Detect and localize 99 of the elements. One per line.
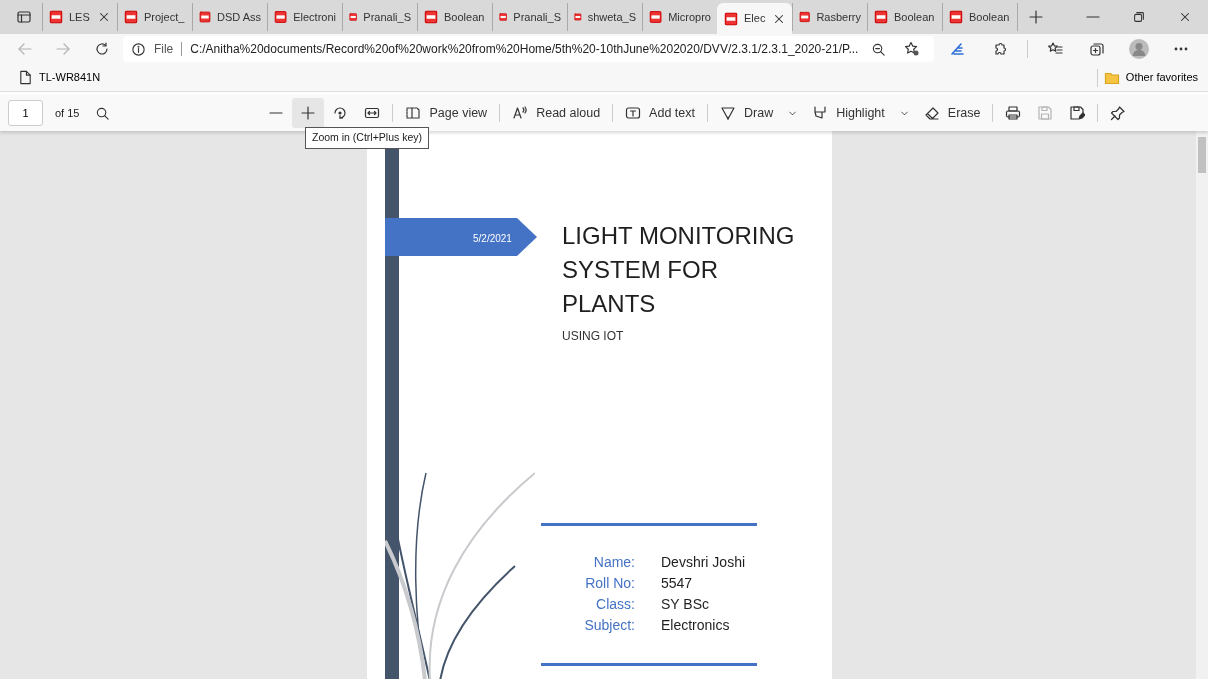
page-icon	[18, 70, 33, 85]
tab-actions-icon	[16, 9, 32, 25]
browser-tab[interactable]: Boolean	[867, 3, 942, 31]
pdf-file-icon	[874, 10, 888, 24]
document-date: 5/2/2021	[473, 232, 512, 246]
pdf-file-icon	[124, 10, 138, 24]
browser-tab[interactable]: Rasberry	[792, 3, 867, 31]
tooltip: Zoom in (Ctrl+Plus key)	[305, 127, 429, 149]
plus-icon	[1027, 9, 1044, 25]
pen-icon	[949, 41, 966, 57]
close-icon	[1178, 10, 1192, 24]
page-number-field[interactable]: 1	[8, 100, 43, 126]
forward-arrow-icon	[55, 41, 72, 57]
save-as-icon	[1069, 105, 1086, 121]
tab-title: Pranali_S	[363, 9, 411, 25]
print-icon	[1005, 105, 1022, 121]
page-count: of 15	[55, 105, 80, 121]
pin-icon	[1110, 105, 1127, 121]
browser-tab[interactable]: Electroni	[267, 3, 342, 31]
other-favorites-button[interactable]: Other favorites	[1101, 67, 1200, 88]
url-text: C:/Anitha%20documents/Record%20of%20work%20from%20Home/5th%20-10thJune%202020/DVV/2.3.1/2.3.1_2020-21/P...	[190, 41, 859, 58]
star-icon	[904, 41, 921, 57]
pdf-file-icon	[49, 10, 63, 24]
tab-title: Boolean	[969, 9, 1010, 25]
restore-icon	[1132, 10, 1146, 24]
search-icon	[95, 105, 111, 121]
pdf-file-icon	[949, 10, 963, 24]
pdf-file-icon	[274, 10, 288, 24]
eraser-icon	[923, 105, 940, 121]
minimize-icon	[1086, 16, 1100, 18]
browser-tab[interactable]: Pranali_S	[342, 3, 417, 31]
tab-title: Pranali_S	[513, 9, 561, 25]
tab-title: shweta_S	[587, 9, 636, 25]
favorites-icon	[1046, 41, 1063, 57]
site-info-label: File	[153, 42, 183, 56]
browser-tab[interactable]: Elec	[717, 3, 792, 34]
close-icon	[97, 10, 111, 24]
pdf-file-icon	[799, 10, 811, 24]
tab-title: Project_	[144, 9, 185, 25]
pdf-file-icon	[724, 11, 738, 26]
info-icon	[130, 41, 146, 57]
page-view-icon	[405, 105, 422, 121]
browser-tab[interactable]: shweta_S	[567, 3, 642, 31]
avatar-icon	[1128, 39, 1149, 59]
tab-title: Elec	[744, 11, 766, 27]
browser-tab[interactable]: Project_	[117, 3, 192, 31]
browser-tab[interactable]: Boolean	[417, 3, 492, 31]
add-text-button[interactable]: Add text	[617, 98, 703, 128]
read-aloud-button[interactable]: Read aloud	[504, 98, 609, 128]
read-aloud-icon	[512, 105, 529, 121]
tab-title: Rasberry	[816, 9, 861, 25]
address-bar[interactable]: File C:/Anitha%20documents/Record%20of%20work%20from%20Home/5th%20-10thJune%202020/DVV/2.3.1/2.3.1_2020-21/P...	[122, 36, 935, 62]
browser-tab[interactable]: DSD Ass	[192, 3, 267, 31]
document-title: LIGHT MONITORING SYSTEM FOR PLANTS	[562, 221, 795, 319]
tab-title: DSD Ass	[217, 9, 261, 25]
erase-button[interactable]: Erase	[915, 98, 989, 128]
tab-title: Boolean	[894, 9, 935, 25]
field-value: Electronics	[661, 617, 731, 634]
tab-title: Micropro	[668, 9, 711, 25]
zoom-in-button[interactable]	[292, 98, 325, 128]
browser-tab[interactable]: Boolean	[942, 3, 1017, 31]
tab-title: Boolean	[444, 9, 485, 25]
pdf-file-icon	[499, 10, 508, 24]
pen-tip-icon	[720, 105, 736, 121]
field-label: Name:	[592, 554, 635, 571]
pdf-file-icon	[424, 10, 438, 24]
document-subtitle: USING IOT	[562, 328, 624, 345]
save-icon	[1037, 105, 1054, 121]
field-label: Roll No:	[584, 575, 635, 592]
favorite-link[interactable]: TL-WR841N	[16, 67, 103, 88]
text-icon	[625, 105, 642, 121]
field-value: Devshri Joshi	[661, 554, 746, 571]
field-value: 5547	[661, 575, 694, 592]
tab-title: Electroni	[293, 9, 336, 25]
scrollbar[interactable]	[1196, 131, 1208, 679]
fit-width-icon	[364, 105, 381, 121]
page-view-button[interactable]: Page view	[397, 98, 496, 128]
pdf-file-icon	[349, 10, 358, 24]
zoom-out-icon	[870, 41, 886, 57]
field-label: Subject:	[583, 617, 635, 634]
tab-title: LES	[69, 9, 90, 25]
minus-icon	[268, 112, 285, 114]
highlighter-icon	[812, 105, 829, 121]
rotate-icon	[332, 105, 349, 121]
pdf-file-icon	[199, 10, 211, 24]
highlight-button[interactable]: Highlight	[804, 98, 893, 128]
refresh-icon	[93, 41, 110, 57]
browser-tab[interactable]: LES	[42, 3, 117, 31]
scrollbar-thumb[interactable]	[1198, 137, 1206, 173]
field-label: Class:	[595, 596, 635, 613]
pdf-file-icon	[574, 10, 582, 24]
pdf-file-icon	[649, 10, 663, 24]
plus-icon	[300, 105, 317, 121]
draw-button[interactable]: Draw	[712, 98, 782, 128]
back-arrow-icon	[17, 41, 34, 57]
collections-icon	[1088, 41, 1105, 57]
field-value: SY BSc	[661, 596, 710, 613]
tab-close-button[interactable]	[97, 10, 111, 24]
browser-tab[interactable]: Pranali_S	[492, 3, 567, 31]
